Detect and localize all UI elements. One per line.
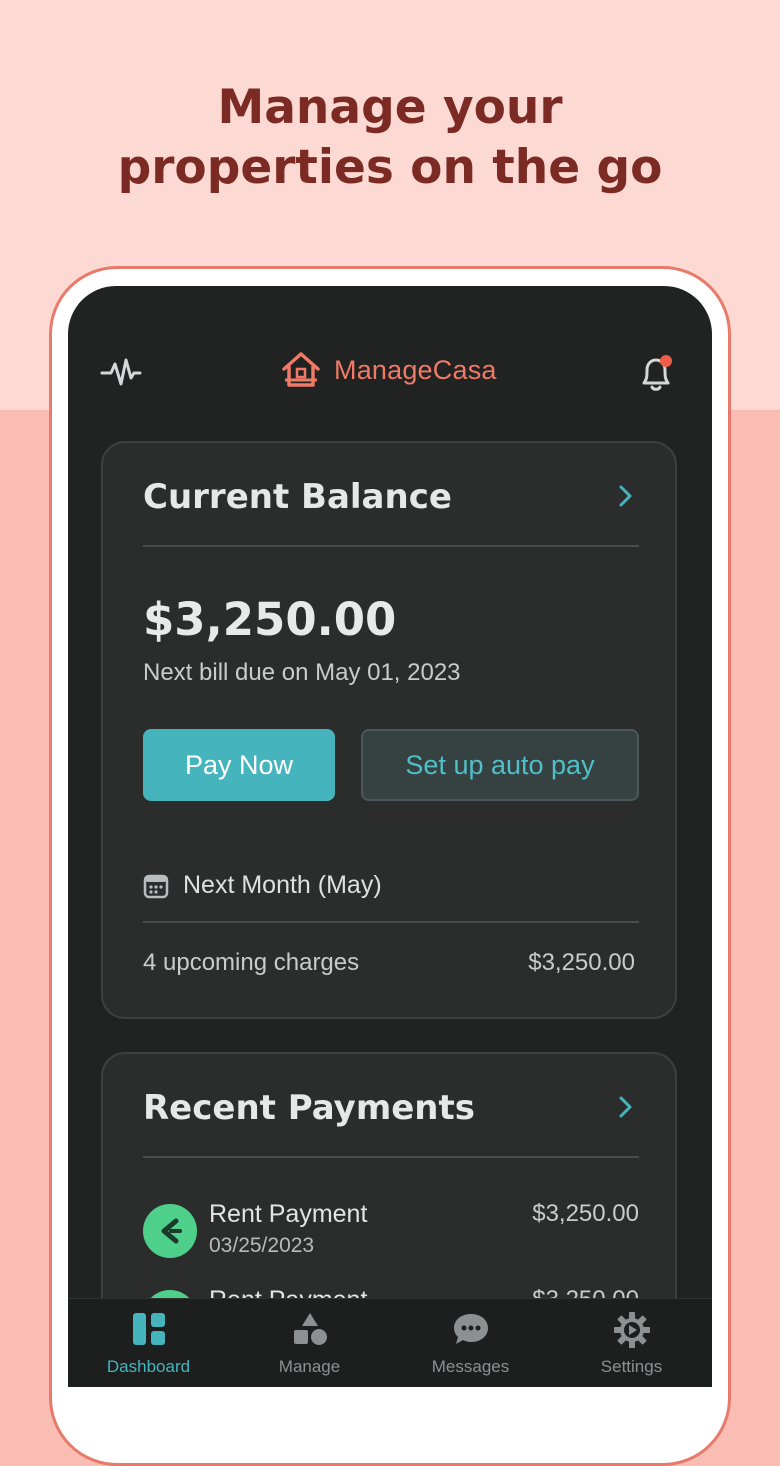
brand-name: ManageCasa <box>334 355 497 386</box>
tab-messages-label: Messages <box>431 1357 510 1376</box>
chevron-right-icon[interactable] <box>613 1092 637 1122</box>
calendar-icon <box>143 874 169 898</box>
brand-logo: ManageCasa <box>280 348 497 392</box>
tab-settings[interactable]: Settings <box>551 1299 712 1387</box>
brand-name-part-2: Casa <box>432 354 497 385</box>
promo-headline-line-1: Manage your <box>217 80 563 135</box>
payment-title: Rent Payment <box>209 1200 368 1228</box>
notification-bell-icon[interactable] <box>636 352 676 394</box>
tab-manage-label: Manage <box>278 1357 341 1376</box>
tab-messages[interactable]: Messages <box>390 1299 551 1387</box>
tab-dashboard-label: Dashboard <box>106 1357 191 1376</box>
bill-due-text: Next bill due on May 01, 2023 <box>143 659 461 686</box>
activity-icon[interactable] <box>100 354 142 390</box>
notification-dot <box>660 355 672 367</box>
app-header: ManageCasa <box>68 286 712 436</box>
tab-dashboard[interactable]: Dashboard <box>68 1299 229 1387</box>
app-screen: ManageCasa Current Balance $3,250.00 Nex… <box>68 286 712 1387</box>
payment-logo-icon <box>161 1218 182 1244</box>
tab-settings-label: Settings <box>600 1357 663 1376</box>
promo-headline-line-2: properties on the go <box>117 140 663 195</box>
divider <box>143 545 639 547</box>
gear-icon <box>613 1312 650 1348</box>
balance-amount: $3,250.00 <box>143 593 397 646</box>
payment-date: 03/25/2023 <box>209 1234 315 1257</box>
upcoming-charges-label[interactable]: 4 upcoming charges <box>143 949 359 977</box>
promo-headline: Manage your properties on the go <box>0 78 780 198</box>
pay-now-button[interactable]: Pay Now <box>143 729 335 801</box>
chevron-right-icon[interactable] <box>613 481 637 511</box>
brand-name-part-1: Manage <box>334 354 433 385</box>
tab-manage[interactable]: Manage <box>229 1299 390 1387</box>
house-logo-icon <box>282 352 320 387</box>
recent-payments-title: Recent Payments <box>143 1088 475 1128</box>
divider <box>143 921 639 923</box>
payment-avatar <box>143 1204 197 1258</box>
next-month-row: Next Month (May) <box>143 871 382 900</box>
upcoming-charges-amount: $3,250.00 <box>528 949 635 976</box>
payment-list-item[interactable]: Rent Payment 03/25/2023 $3,250.00 <box>143 1200 639 1264</box>
bottom-tab-bar: Dashboard Manage Messages Settings <box>68 1298 712 1387</box>
next-month-label: Next Month (May) <box>183 871 382 899</box>
payment-amount: $3,250.00 <box>532 1200 639 1227</box>
chat-bubble-icon <box>453 1314 488 1344</box>
dashboard-icon <box>132 1313 165 1345</box>
divider <box>143 1156 639 1158</box>
current-balance-title: Current Balance <box>143 477 452 517</box>
auto-pay-button[interactable]: Set up auto pay <box>361 729 639 801</box>
shapes-icon <box>293 1313 327 1345</box>
current-balance-card: Current Balance $3,250.00 Next bill due … <box>101 441 677 1019</box>
